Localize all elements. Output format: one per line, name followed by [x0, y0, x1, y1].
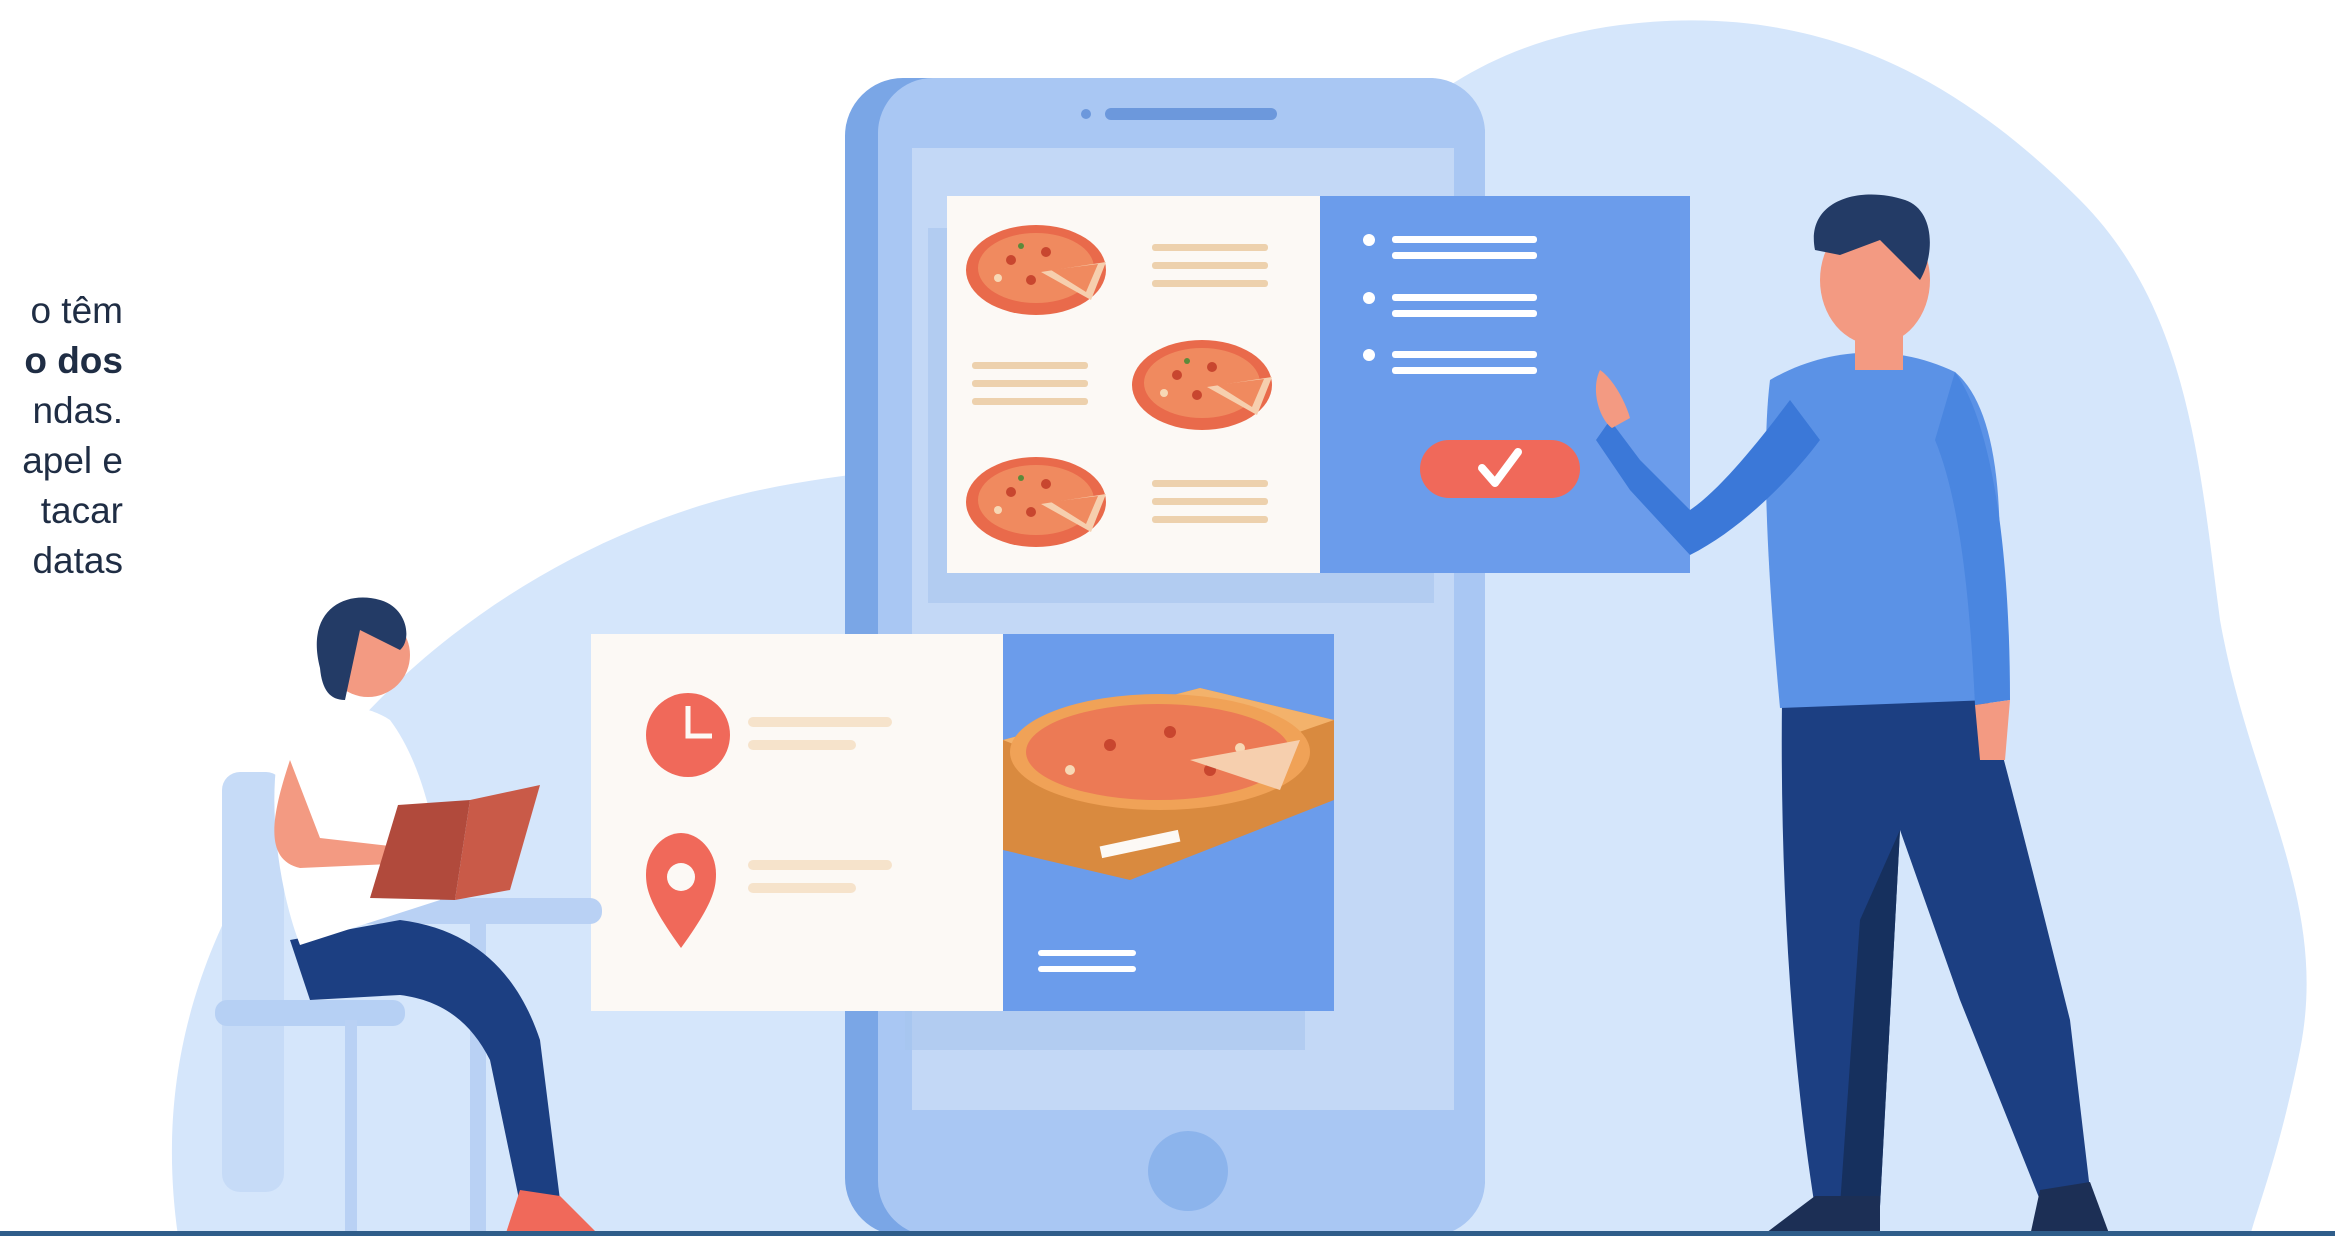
- menu-card: [928, 196, 1690, 603]
- pizza-order-illustration: [171, 20, 2307, 1236]
- delivery-card: [591, 634, 1334, 1050]
- bottom-divider: [0, 1231, 2335, 1236]
- pizza-icon: [966, 225, 1106, 315]
- clock-icon: [646, 693, 730, 777]
